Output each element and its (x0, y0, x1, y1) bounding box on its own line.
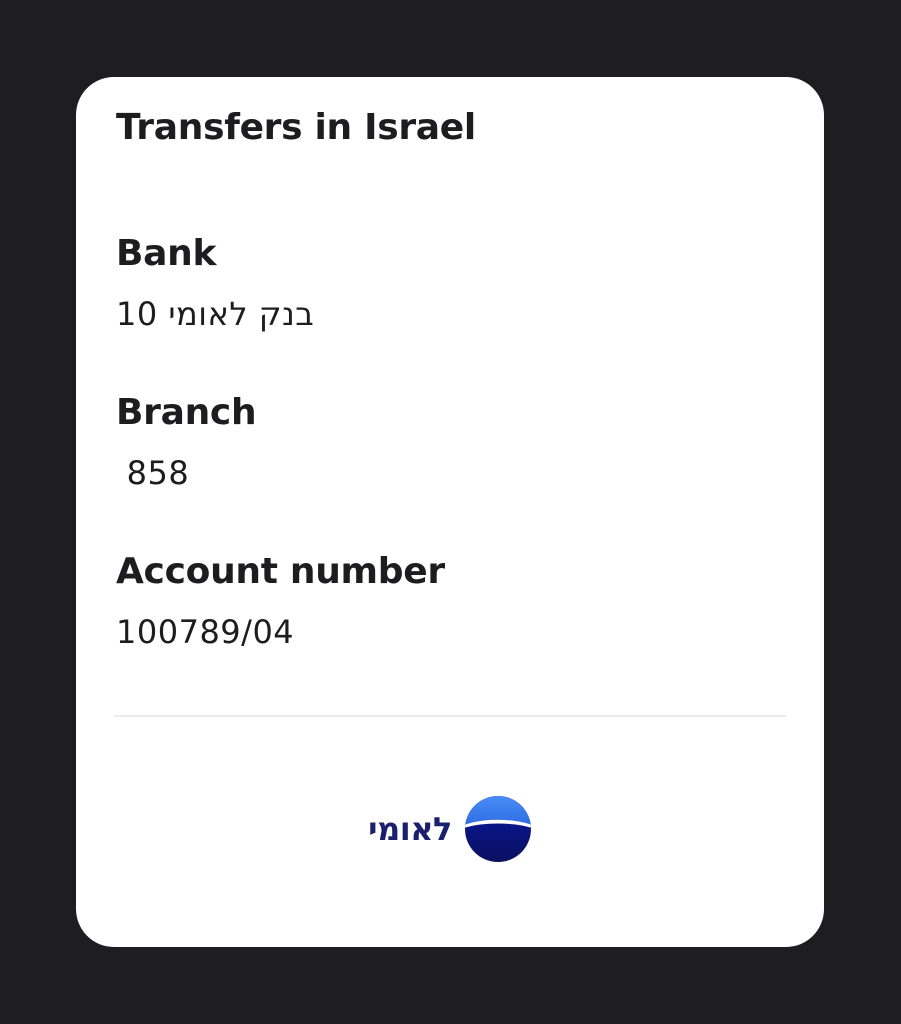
account-number-value[interactable]: 100789/04 (116, 612, 445, 652)
bank-field: Bank בנק לאומי 10 (116, 232, 314, 334)
bank-logo-text: לאומי (368, 810, 452, 848)
branch-label: Branch (116, 392, 257, 433)
account-number-label: Account number (116, 551, 445, 592)
account-number-field: Account number 100789/04 (116, 550, 445, 652)
bank-logo: לאומי (76, 795, 824, 863)
divider (114, 715, 786, 717)
transfer-details-card: Transfers in Israel Bank בנק לאומי 10 Br… (76, 77, 824, 947)
bank-value[interactable]: בנק לאומי 10 (116, 294, 314, 334)
branch-value[interactable]: 858 (116, 453, 256, 493)
card-title: Transfers in Israel (116, 107, 476, 148)
bank-label: Bank (116, 233, 217, 274)
branch-field: Branch 858 (116, 391, 257, 493)
leumi-logo-icon (464, 796, 531, 862)
